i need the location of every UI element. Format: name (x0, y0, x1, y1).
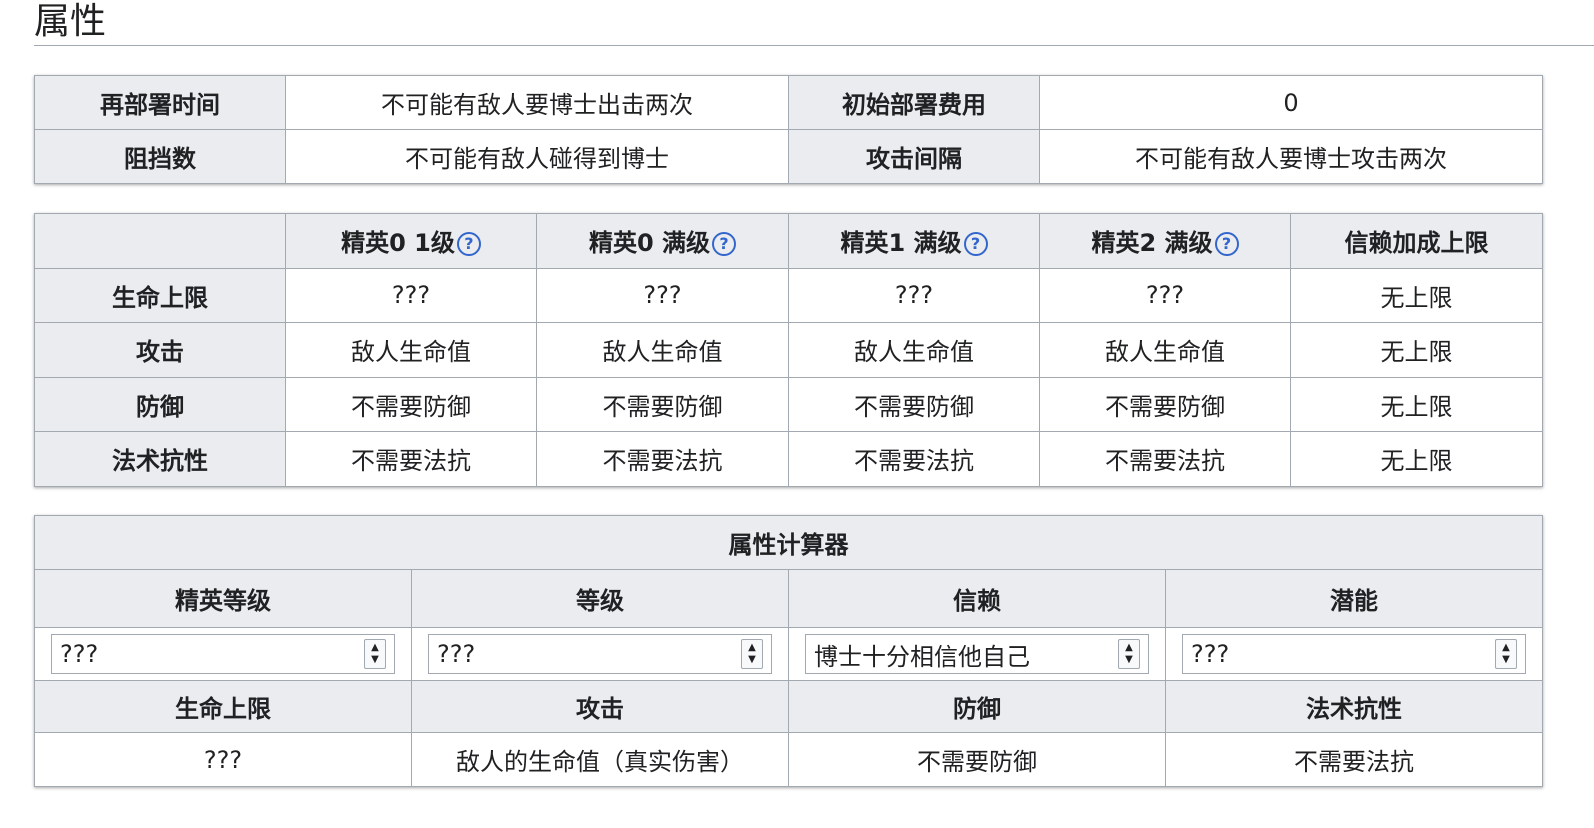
header-label: 精英2 满级 (1091, 229, 1213, 258)
level-cell: ??? ▲ ▼ (411, 627, 789, 681)
table-row: 法术抗性 不需要法抗 不需要法抗 不需要法抗 不需要法抗 无上限 (34, 431, 1543, 487)
stat-cell: 不需要防御 (788, 376, 1040, 432)
stats-table: 精英0 1级? 精英0 满级? 精英1 满级? 精英2 满级? 信赖加成上限 生… (34, 213, 1543, 487)
result-res-value: 不需要法抗 (1165, 732, 1543, 787)
stat-cell: 无上限 (1290, 322, 1543, 378)
select-value: ??? (60, 640, 99, 668)
help-icon[interactable]: ? (712, 232, 737, 257)
stat-cell: ??? (788, 267, 1040, 323)
stat-cell: 敌人生命值 (788, 322, 1040, 378)
result-atk-label: 攻击 (411, 680, 789, 733)
table-row: 攻击 敌人生命值 敌人生命值 敌人生命值 敌人生命值 无上限 (34, 322, 1543, 378)
deploy-cost-value: 0 (1039, 75, 1543, 130)
updown-spinner-icon[interactable]: ▲ ▼ (1495, 639, 1517, 669)
stat-cell: 无上限 (1290, 431, 1543, 487)
stat-cell: 不需要法抗 (285, 431, 537, 487)
table-row: 生命上限 ??? ??? ??? ??? 无上限 (34, 267, 1543, 323)
block-count-value: 不可能有敌人碰得到博士 (285, 129, 789, 184)
updown-spinner-icon[interactable]: ▲ ▼ (1118, 639, 1140, 669)
elite-level-select[interactable]: ??? ▲ ▼ (51, 634, 395, 674)
stats-header-e0-max: 精英0 满级? (536, 213, 789, 269)
stat-cell: 敌人生命值 (536, 322, 789, 378)
level-label: 等级 (411, 569, 789, 628)
stat-cell: 无上限 (1290, 376, 1543, 432)
section-heading: 属性 (34, 1, 107, 42)
deploy-table: 再部署时间 不可能有敌人要博士出击两次 初始部署费用 0 阻挡数 不可能有敌人碰… (34, 75, 1543, 184)
trust-select[interactable]: 博士十分相信他自己 ▲ ▼ (805, 634, 1149, 674)
redeploy-time-value: 不可能有敌人要博士出击两次 (285, 75, 789, 130)
stat-cell: 不需要法抗 (536, 431, 789, 487)
calculator-table: 属性计算器 精英等级 等级 信赖 潜能 ??? ▲ ▼ ??? ▲ ▼ 博士十分相信… (34, 515, 1543, 787)
result-def-label: 防御 (788, 680, 1166, 733)
stats-header-trust-bonus: 信赖加成上限 (1290, 213, 1543, 269)
block-count-label: 阻挡数 (34, 129, 286, 184)
stat-cell: 不需要法抗 (1039, 431, 1291, 487)
result-res-label: 法术抗性 (1165, 680, 1543, 733)
attack-interval-label: 攻击间隔 (788, 129, 1040, 184)
header-label: 精英0 1级 (341, 229, 455, 258)
row-label: 攻击 (34, 322, 286, 378)
stat-cell: 不需要法抗 (788, 431, 1040, 487)
stats-corner-cell (34, 213, 286, 269)
select-value: 博士十分相信他自己 (814, 642, 1030, 671)
header-label: 精英0 满级 (588, 229, 711, 258)
deploy-cost-label: 初始部署费用 (788, 75, 1040, 130)
stat-cell: 不需要防御 (285, 376, 537, 432)
stat-cell: 敌人生命值 (1039, 322, 1291, 378)
stats-header-e2-max: 精英2 满级? (1039, 213, 1291, 269)
stats-header-e0-lv1: 精英0 1级? (285, 213, 537, 269)
updown-spinner-icon[interactable]: ▲ ▼ (741, 639, 763, 669)
level-select[interactable]: ??? ▲ ▼ (428, 634, 772, 674)
help-icon[interactable]: ? (1214, 232, 1239, 257)
stat-cell: 不需要防御 (1039, 376, 1291, 432)
row-label: 法术抗性 (34, 431, 286, 487)
result-atk-value: 敌人的生命值（真实伤害） (411, 732, 789, 787)
stat-cell: 敌人生命值 (285, 322, 537, 378)
trust-label: 信赖 (788, 569, 1166, 628)
potential-cell: ??? ▲ ▼ (1165, 627, 1543, 681)
stat-cell: ??? (1039, 267, 1291, 323)
row-label: 生命上限 (34, 267, 286, 323)
help-icon[interactable]: ? (963, 232, 988, 257)
result-def-value: 不需要防御 (788, 732, 1166, 787)
attack-interval-value: 不可能有敌人要博士攻击两次 (1039, 129, 1543, 184)
select-value: ??? (1191, 640, 1230, 668)
result-hp-value: ??? (34, 732, 412, 787)
header-label: 精英1 满级 (840, 229, 962, 258)
elite-level-cell: ??? ▲ ▼ (34, 627, 412, 681)
calculator-title: 属性计算器 (34, 515, 1543, 570)
trust-cell: 博士十分相信他自己 ▲ ▼ (788, 627, 1166, 681)
select-value: ??? (437, 640, 476, 668)
elite-level-label: 精英等级 (34, 569, 412, 628)
updown-spinner-icon[interactable]: ▲ ▼ (364, 639, 386, 669)
result-hp-label: 生命上限 (34, 680, 412, 733)
stats-header-e1-max: 精英1 满级? (788, 213, 1040, 269)
stat-cell: 无上限 (1290, 267, 1543, 323)
stat-cell: ??? (285, 267, 537, 323)
help-icon[interactable]: ? (456, 232, 481, 257)
potential-select[interactable]: ??? ▲ ▼ (1182, 634, 1526, 674)
heading-divider (34, 45, 1594, 46)
potential-label: 潜能 (1165, 569, 1543, 628)
redeploy-time-label: 再部署时间 (34, 75, 286, 130)
stat-cell: 不需要防御 (536, 376, 789, 432)
stat-cell: ??? (536, 267, 789, 323)
row-label: 防御 (34, 376, 286, 432)
table-row: 防御 不需要防御 不需要防御 不需要防御 不需要防御 无上限 (34, 376, 1543, 432)
